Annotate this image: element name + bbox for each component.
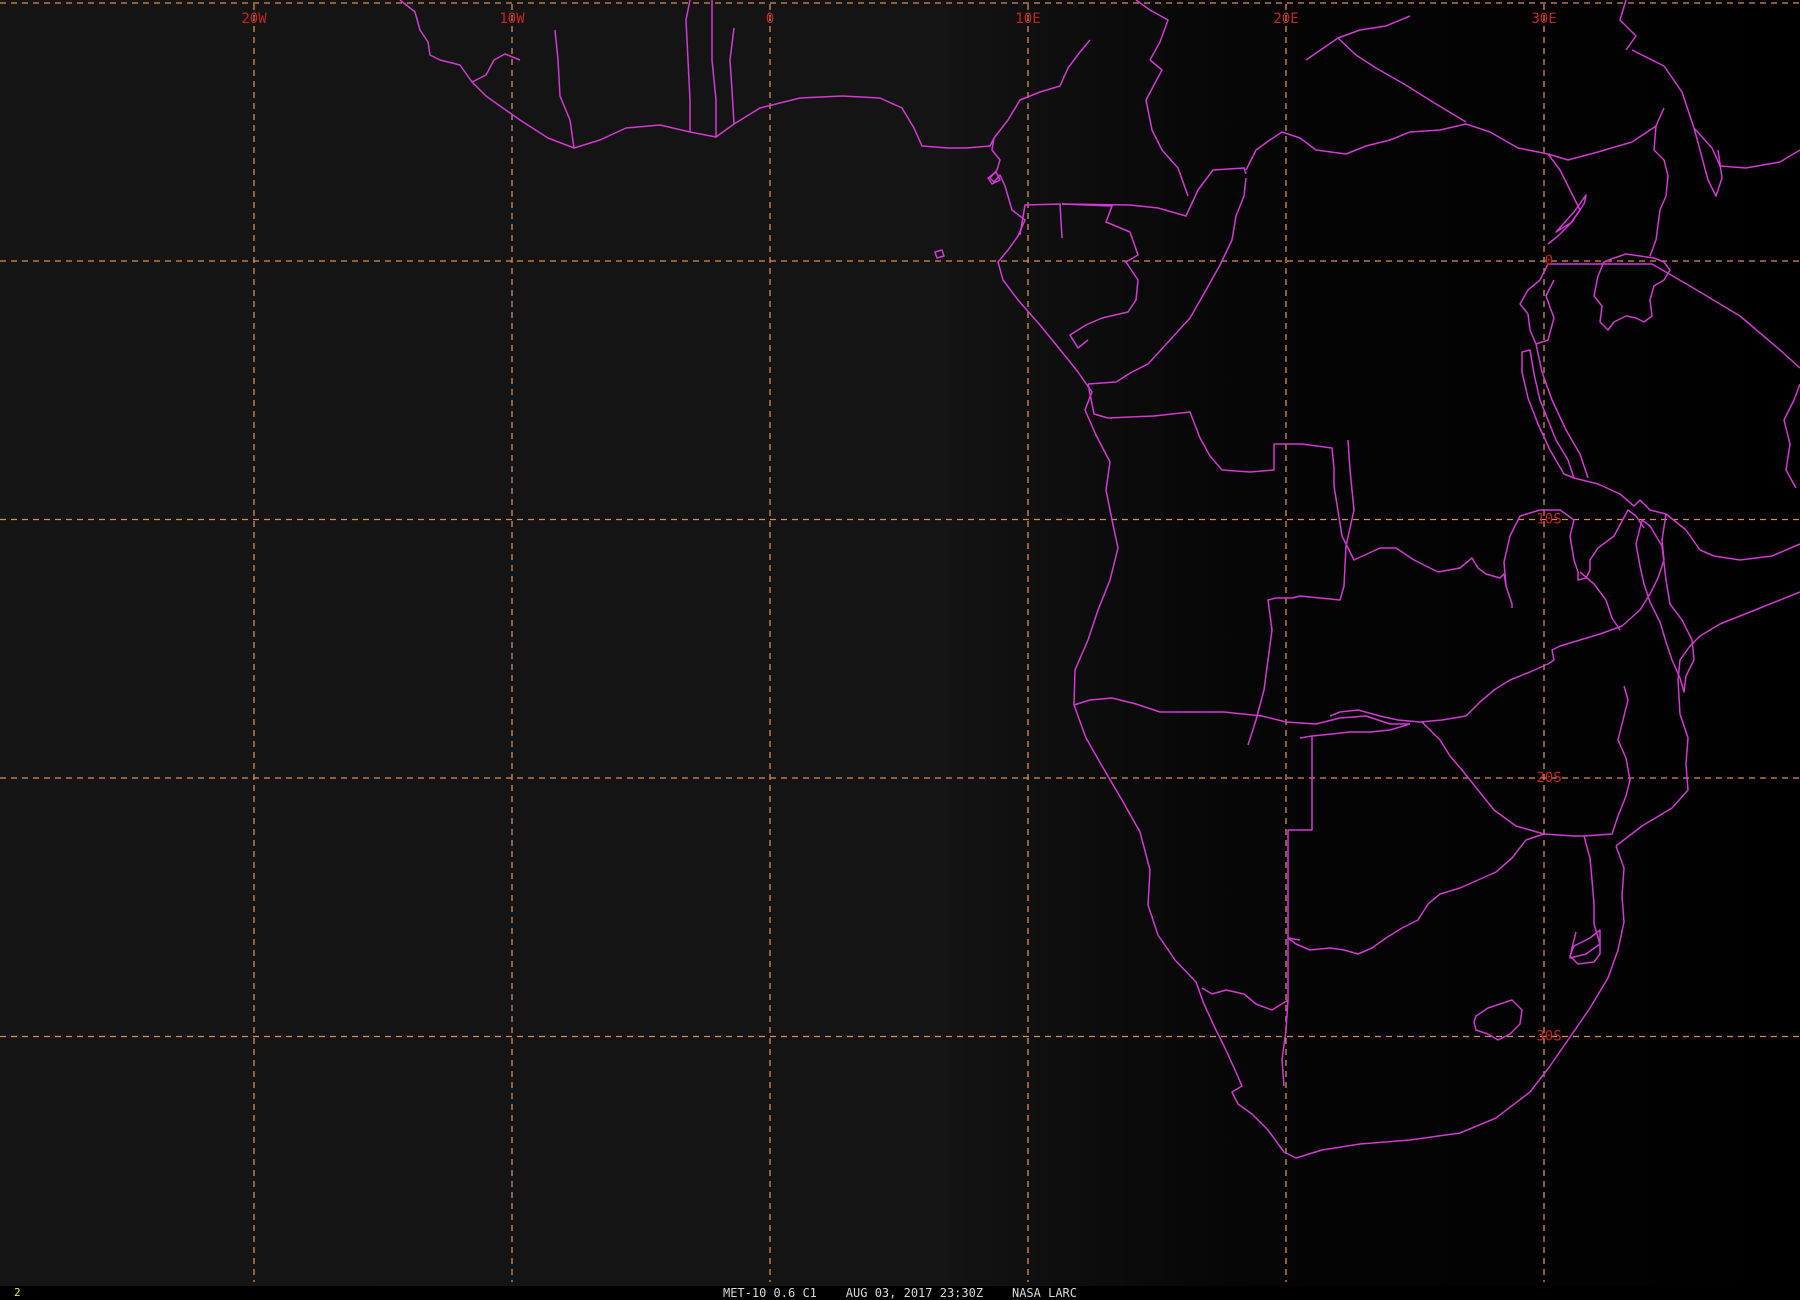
- lon-label-10e: 10E: [1015, 11, 1040, 27]
- lon-label-30e: 30E: [1531, 11, 1556, 27]
- lon-label-10w: 10W: [499, 11, 525, 27]
- status-bar: 2 MET-10 0.6 C1 AUG 03, 2017 23:30Z NASA…: [0, 1286, 1800, 1300]
- imagery-background: [0, 0, 1800, 1286]
- image-caption: MET-10 0.6 C1 AUG 03, 2017 23:30Z NASA L…: [722, 1286, 1077, 1300]
- lat-label-20s: 20S: [1536, 770, 1561, 786]
- lon-label-0: 0: [766, 11, 774, 27]
- lat-label-30s: 30S: [1536, 1029, 1561, 1045]
- lon-label-20e: 20E: [1273, 11, 1298, 27]
- lat-label-0: 0: [1545, 253, 1553, 269]
- lon-label-20w: 20W: [241, 11, 267, 27]
- satellite-map[interactable]: 20W 10W 0 10E 20E 30E 0 10S 20S 30S: [0, 0, 1800, 1300]
- lat-label-10s: 10S: [1536, 512, 1561, 528]
